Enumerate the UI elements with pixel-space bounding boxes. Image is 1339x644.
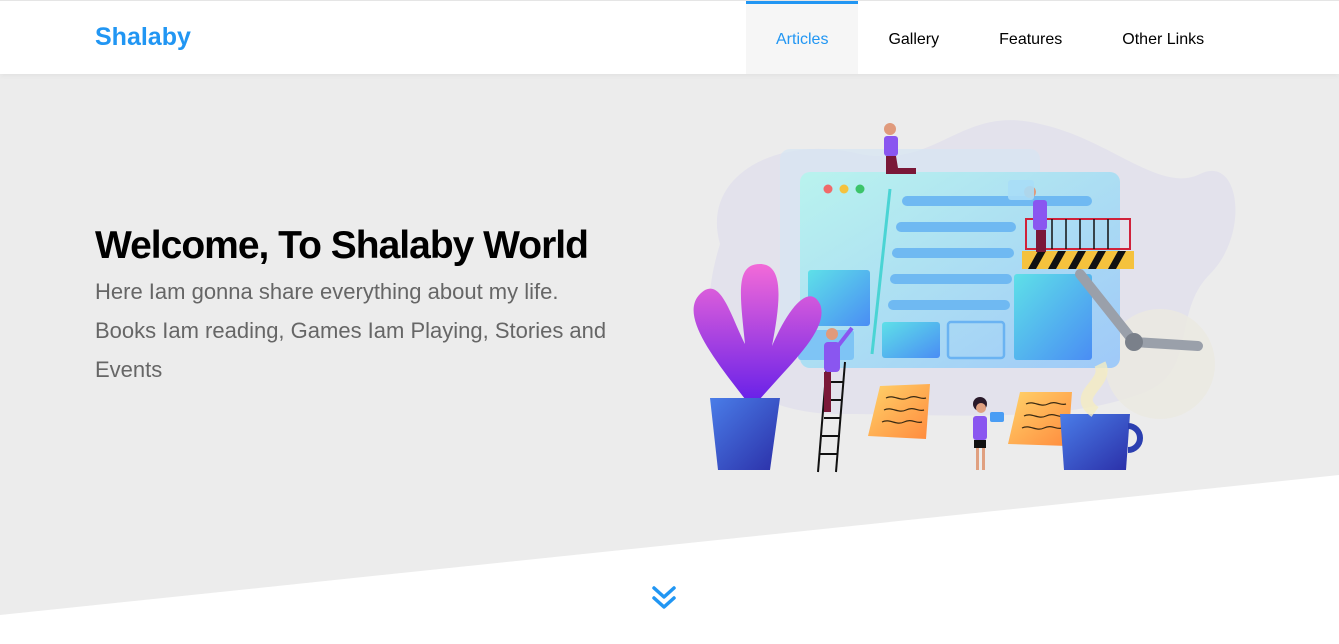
site-logo[interactable]: Shalaby: [95, 23, 191, 52]
hero-title: Welcome, To Shalaby World: [95, 224, 589, 267]
nav-link-gallery[interactable]: Gallery: [858, 1, 969, 74]
site-header: Shalaby Articles Gallery Features Other …: [0, 0, 1339, 74]
main-nav: Articles Gallery Features Other Links: [746, 1, 1234, 74]
hero-illustration: [693, 120, 1236, 473]
nav-link-features[interactable]: Features: [969, 1, 1092, 74]
nav-link-other-links[interactable]: Other Links: [1092, 1, 1234, 74]
hero-section: Welcome, To Shalaby World Here Iam gonna…: [0, 74, 1339, 644]
double-chevron-down-icon[interactable]: [648, 582, 680, 614]
nav-link-articles[interactable]: Articles: [746, 1, 859, 74]
hero-description: Here Iam gonna share everything about my…: [95, 279, 607, 382]
